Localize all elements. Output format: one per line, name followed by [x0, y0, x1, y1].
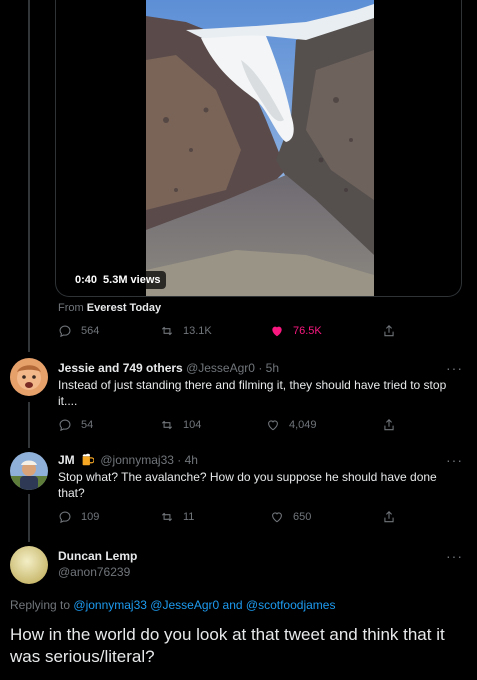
reply-2-like-count: 650 — [293, 511, 312, 523]
reply-2-retweet-count: 11 — [183, 511, 195, 523]
mention-jonnymaj33[interactable]: @jonnymaj33 — [73, 598, 147, 612]
reply-1-name[interactable]: Jessie and 749 others — [58, 361, 183, 375]
reply-1-reply-button[interactable]: 54 — [58, 418, 93, 432]
reply-2-time[interactable]: 4h — [185, 453, 198, 467]
replying-to-line: Replying to @jonnymaj33 @JesseAgr0 and @… — [10, 598, 335, 612]
reply-icon — [59, 419, 71, 432]
avatar-jessie[interactable] — [10, 358, 48, 396]
reply-1-actions: 54 104 4,049 — [58, 418, 408, 436]
reply-2-like-button[interactable]: 650 — [270, 510, 311, 524]
beer-emoji-icon — [82, 453, 95, 466]
focused-reply-more-button[interactable]: ··· — [446, 549, 463, 563]
retweet-icon — [161, 512, 173, 522]
avatar-image — [10, 358, 48, 396]
heart-icon — [272, 512, 282, 523]
video-card[interactable]: 0:40 5.3M views — [55, 0, 462, 297]
reply-2-name[interactable]: JM — [58, 453, 75, 467]
reply-1-retweet-count: 104 — [183, 419, 202, 431]
reply-1-time[interactable]: 5h — [266, 361, 279, 375]
focused-reply-header: Duncan Lemp — [58, 549, 137, 563]
retweet-icon — [161, 420, 173, 430]
reply-2-actions: 109 11 650 — [58, 510, 408, 528]
mention-scotfoodjames[interactable]: @scotfoodjames — [246, 598, 336, 612]
avatar-duncan[interactable] — [10, 546, 48, 584]
reply-1-header: Jessie and 749 others @JesseAgr0 · 5h — [58, 361, 280, 375]
reply-1-like-button[interactable]: 4,049 — [266, 418, 317, 432]
reply-2-text: Stop what? The avalanche? How do you sup… — [58, 470, 437, 500]
reply-icon — [59, 325, 71, 338]
reply-2-handle[interactable]: @jonnymaj33 — [100, 453, 174, 467]
reply-2-retweet-button[interactable]: 11 — [160, 510, 194, 524]
like-count: 76.5K — [293, 325, 322, 337]
source-attribution: From Everest Today — [58, 302, 161, 314]
thread-line-middle — [28, 402, 30, 448]
focused-reply-handle[interactable]: @anon76239 — [58, 565, 130, 579]
avatar-jm[interactable] — [10, 452, 48, 490]
replying-and: and — [222, 598, 243, 612]
reply-button[interactable]: 564 — [58, 324, 99, 338]
mention-jesseagr0[interactable]: @JesseAgr0 — [150, 598, 219, 612]
reply-2-share-button[interactable] — [382, 510, 405, 524]
source-name[interactable]: Everest Today — [87, 302, 161, 314]
like-button[interactable]: 76.5K — [270, 324, 322, 338]
share-icon — [384, 325, 394, 337]
thread-line-bottom — [28, 494, 30, 542]
reply-2-reply-count: 109 — [81, 511, 100, 523]
main-tweet-actions: 564 13.1K 76.5K — [58, 324, 408, 342]
retweet-icon — [161, 326, 173, 336]
focused-reply-name[interactable]: Duncan Lemp — [58, 549, 137, 563]
share-icon — [384, 511, 394, 523]
reply-1-like-count: 4,049 — [289, 419, 317, 431]
reply-icon — [59, 511, 71, 524]
reply-2-reply-button[interactable]: 109 — [58, 510, 99, 524]
video-stats-overlay: 0:40 5.3M views — [70, 271, 166, 289]
reply-1-handle[interactable]: @JesseAgr0 — [186, 361, 255, 375]
reply-1-more-button[interactable]: ··· — [446, 361, 463, 375]
reply-1-share-button[interactable] — [382, 418, 405, 432]
share-button[interactable] — [382, 324, 405, 338]
reply-2-header: JM @jonnymaj33 · 4h — [58, 453, 198, 467]
reply-1-text: Instead of just standing there and filmi… — [58, 378, 447, 408]
reply-2-more-button[interactable]: ··· — [446, 453, 463, 467]
retweet-button[interactable]: 13.1K — [160, 324, 212, 338]
heart-filled-icon — [272, 326, 282, 337]
video-views: 5.3M views — [103, 274, 161, 286]
reply-1-reply-count: 54 — [81, 419, 94, 431]
focused-reply-text: How in the world do you look at that twe… — [10, 625, 445, 666]
avalanche-video-frame[interactable] — [146, 0, 374, 297]
focused-reply-handle-row: @anon76239 — [58, 565, 130, 579]
heart-icon — [268, 420, 278, 431]
reply-count: 564 — [81, 325, 100, 337]
avatar-image — [10, 546, 48, 584]
video-duration: 0:40 — [75, 274, 98, 286]
thread-line-top — [28, 0, 30, 352]
reply-1-retweet-button[interactable]: 104 — [160, 418, 201, 432]
replying-prefix: Replying to — [10, 598, 71, 612]
share-icon — [384, 419, 394, 431]
source-prefix: From — [58, 302, 84, 314]
avatar-image — [10, 452, 48, 490]
retweet-count: 13.1K — [183, 325, 212, 337]
